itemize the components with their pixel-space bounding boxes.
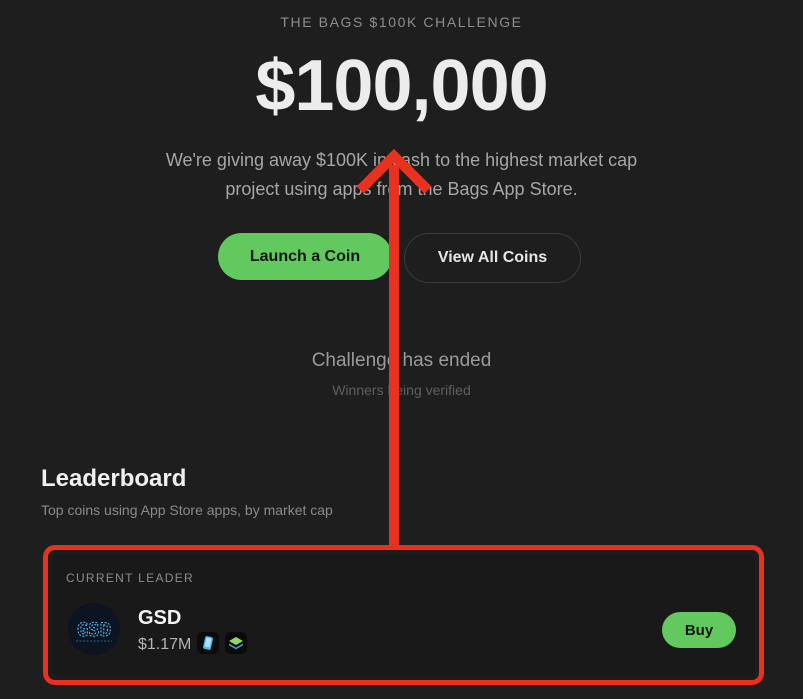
challenge-status: Challenge has ended bbox=[311, 350, 492, 371]
phone-app-icon bbox=[197, 632, 219, 654]
leaderboard-subtitle: Top coins using App Store apps, by marke… bbox=[41, 502, 333, 518]
coin-logo: GSD bbox=[68, 603, 120, 655]
gsd-logo-icon: GSD bbox=[68, 603, 120, 655]
current-leader-label: CURRENT LEADER bbox=[66, 571, 194, 585]
challenge-page: THE BAGS $100K CHALLENGE $100,000 We're … bbox=[0, 0, 803, 699]
coin-ticker: GSD bbox=[138, 607, 182, 629]
buy-button[interactable]: Buy bbox=[662, 612, 736, 648]
challenge-description: We're giving away $100K in cash to the h… bbox=[165, 150, 638, 199]
challenge-status-subtitle: Winners being verified bbox=[332, 382, 471, 398]
coin-market-cap: $1.17M bbox=[138, 636, 192, 653]
launch-coin-button[interactable]: Launch a Coin bbox=[218, 233, 392, 280]
challenge-eyebrow: THE BAGS $100K CHALLENGE bbox=[280, 14, 523, 30]
layers-app-icon bbox=[225, 632, 247, 654]
view-all-coins-button[interactable]: View All Coins bbox=[404, 233, 581, 283]
gsd-logo-text: GSD bbox=[77, 619, 111, 641]
leaderboard-title: Leaderboard bbox=[41, 465, 187, 492]
prize-amount: $100,000 bbox=[255, 46, 548, 126]
